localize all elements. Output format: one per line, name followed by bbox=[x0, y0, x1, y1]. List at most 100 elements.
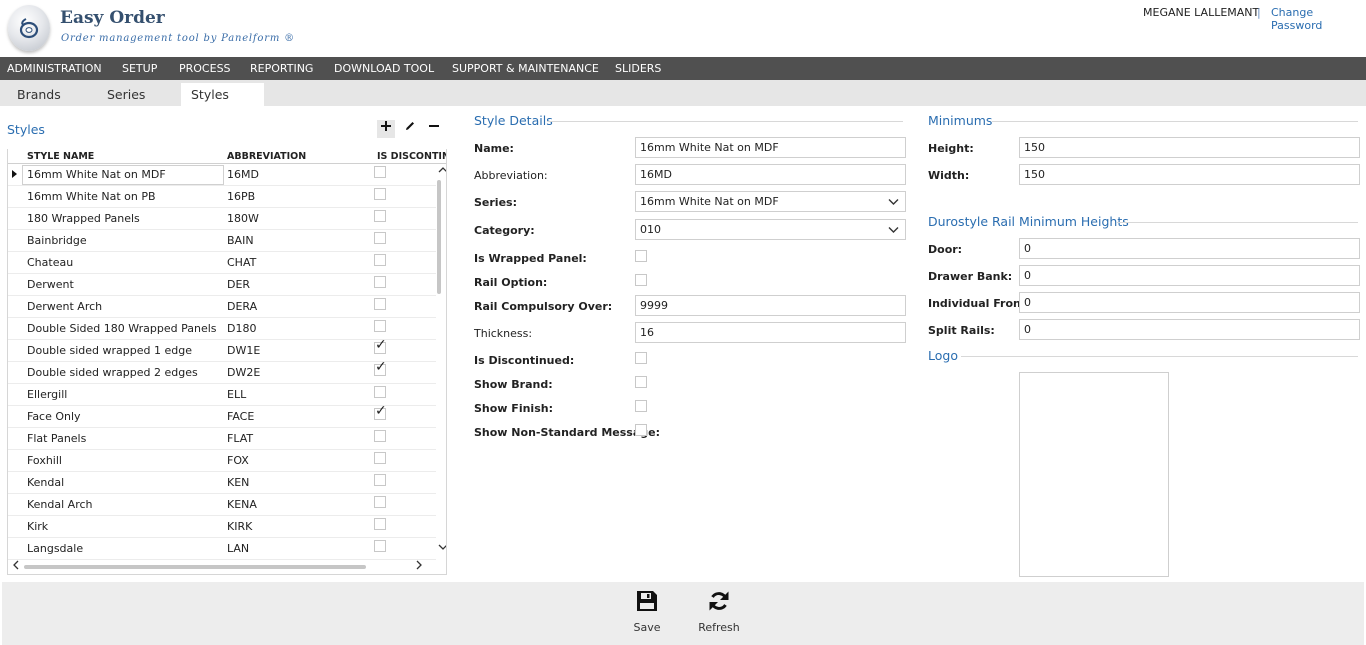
style-name-cell[interactable]: Kendal Arch bbox=[27, 498, 93, 511]
style-name-cell[interactable]: 16mm White Nat on PB bbox=[27, 190, 156, 203]
split-rails-input[interactable]: 0 bbox=[1019, 319, 1360, 340]
style-name-cell[interactable]: Double sided wrapped 1 edge bbox=[27, 344, 192, 357]
edit-style-button[interactable] bbox=[401, 120, 419, 138]
style-name-cell[interactable]: Face Only bbox=[27, 410, 81, 423]
table-row[interactable]: Ellergill ELL bbox=[8, 384, 436, 406]
menu-administration[interactable]: ADMINISTRATION bbox=[7, 57, 102, 80]
scroll-up-icon[interactable] bbox=[438, 165, 446, 176]
menu-sliders[interactable]: SLIDERS bbox=[615, 57, 661, 80]
table-row[interactable]: Chateau CHAT bbox=[8, 252, 436, 274]
abbreviation-cell[interactable]: FACE bbox=[227, 410, 254, 423]
abbreviation-cell[interactable]: 16PB bbox=[227, 190, 255, 203]
logo-image-box[interactable] bbox=[1019, 372, 1169, 577]
abbreviation-cell[interactable]: LAN bbox=[227, 542, 249, 555]
table-row[interactable]: Flat Panels FLAT bbox=[8, 428, 436, 450]
tab-series[interactable]: Series bbox=[90, 83, 170, 106]
discontinued-checkbox[interactable] bbox=[374, 430, 386, 442]
scroll-left-icon[interactable] bbox=[12, 560, 19, 573]
abbreviation-cell[interactable]: DERA bbox=[227, 300, 257, 313]
discontinued-checkbox[interactable] bbox=[374, 518, 386, 530]
abbreviation-cell[interactable]: 16MD bbox=[227, 168, 259, 181]
save-button[interactable]: Save bbox=[617, 590, 677, 634]
style-name-cell[interactable]: Kirk bbox=[27, 520, 48, 533]
scroll-down-icon[interactable] bbox=[438, 543, 446, 554]
discontinued-checkbox[interactable]: ✓ bbox=[374, 360, 387, 376]
abbreviation-cell[interactable]: DER bbox=[227, 278, 250, 291]
style-name-cell[interactable]: 180 Wrapped Panels bbox=[27, 212, 140, 225]
rail-compulsory-input[interactable]: 9999 bbox=[635, 295, 906, 316]
discontinued-checkbox[interactable] bbox=[374, 188, 386, 200]
tab-brands[interactable]: Brands bbox=[0, 83, 80, 106]
individual-front-input[interactable]: 0 bbox=[1019, 292, 1360, 313]
abbreviation-input[interactable]: 16MD bbox=[635, 164, 906, 185]
menu-process[interactable]: PROCESS bbox=[179, 57, 231, 80]
style-name-cell[interactable]: Double sided wrapped 2 edges bbox=[27, 366, 198, 379]
category-select[interactable]: 010 bbox=[635, 219, 906, 240]
table-row[interactable]: Langsdale LAN bbox=[8, 538, 436, 560]
menu-support-maintenance[interactable]: SUPPORT & MAINTENANCE bbox=[452, 57, 599, 80]
discontinued-checkbox[interactable] bbox=[374, 540, 386, 552]
table-row[interactable]: Kendal Arch KENA bbox=[8, 494, 436, 516]
is-discontinued-checkbox[interactable] bbox=[635, 352, 647, 364]
abbreviation-cell[interactable]: CHAT bbox=[227, 256, 256, 269]
refresh-button[interactable]: Refresh bbox=[689, 590, 749, 634]
width-input[interactable]: 150 bbox=[1019, 164, 1360, 185]
abbreviation-cell[interactable]: KENA bbox=[227, 498, 257, 511]
table-row[interactable]: 16mm White Nat on PB 16PB bbox=[8, 186, 436, 208]
change-password-link[interactable]: Change Password bbox=[1271, 6, 1366, 32]
abbreviation-cell[interactable]: ELL bbox=[227, 388, 246, 401]
style-name-cell[interactable]: 16mm White Nat on MDF bbox=[27, 168, 166, 181]
style-name-cell[interactable]: Ellergill bbox=[27, 388, 67, 401]
style-name-cell[interactable]: Bainbridge bbox=[27, 234, 87, 247]
abbreviation-cell[interactable]: D180 bbox=[227, 322, 256, 335]
is-wrapped-panel-checkbox[interactable] bbox=[635, 250, 647, 262]
discontinued-checkbox[interactable] bbox=[374, 232, 386, 244]
style-name-cell[interactable]: Langsdale bbox=[27, 542, 83, 555]
discontinued-checkbox[interactable] bbox=[374, 210, 386, 222]
height-input[interactable]: 150 bbox=[1019, 137, 1360, 158]
show-non-standard-checkbox[interactable] bbox=[635, 424, 647, 436]
table-row[interactable]: Kendal KEN bbox=[8, 472, 436, 494]
horizontal-scroll-thumb[interactable] bbox=[24, 565, 366, 569]
abbreviation-cell[interactable]: FOX bbox=[227, 454, 249, 467]
table-row[interactable]: Derwent DER bbox=[8, 274, 436, 296]
table-row[interactable]: Double Sided 180 Wrapped Panels D180 bbox=[8, 318, 436, 340]
menu-download-tool[interactable]: DOWNLOAD TOOL bbox=[334, 57, 434, 80]
style-name-cell[interactable]: Derwent Arch bbox=[27, 300, 102, 313]
menu-setup[interactable]: SETUP bbox=[122, 57, 157, 80]
column-is-discontinued[interactable]: IS DISCONTINU bbox=[377, 151, 446, 162]
name-input[interactable]: 16mm White Nat on MDF bbox=[635, 137, 906, 158]
abbreviation-cell[interactable]: DW1E bbox=[227, 344, 260, 357]
table-row[interactable]: Face Only FACE ✓ bbox=[8, 404, 436, 428]
thickness-input[interactable]: 16 bbox=[635, 322, 906, 343]
grid-vertical-scrollbar[interactable] bbox=[437, 164, 446, 559]
add-style-button[interactable] bbox=[377, 120, 395, 138]
tab-styles[interactable]: Styles bbox=[181, 83, 264, 106]
menu-reporting[interactable]: REPORTING bbox=[250, 57, 313, 80]
abbreviation-cell[interactable]: KIRK bbox=[227, 520, 252, 533]
discontinued-checkbox[interactable] bbox=[374, 166, 386, 178]
scroll-right-icon[interactable] bbox=[416, 560, 423, 573]
abbreviation-cell[interactable]: KEN bbox=[227, 476, 249, 489]
abbreviation-cell[interactable]: FLAT bbox=[227, 432, 253, 445]
discontinued-checkbox[interactable] bbox=[374, 276, 386, 288]
table-row[interactable]: Kirk KIRK bbox=[8, 516, 436, 538]
discontinued-checkbox[interactable] bbox=[374, 496, 386, 508]
table-row[interactable]: 180 Wrapped Panels 180W bbox=[8, 208, 436, 230]
style-name-cell[interactable]: Chateau bbox=[27, 256, 73, 269]
table-row[interactable]: Foxhill FOX bbox=[8, 450, 436, 472]
series-select[interactable]: 16mm White Nat on MDF bbox=[635, 191, 906, 212]
column-abbreviation[interactable]: ABBREVIATION bbox=[227, 151, 306, 162]
door-input[interactable]: 0 bbox=[1019, 238, 1360, 259]
rail-option-checkbox[interactable] bbox=[635, 274, 647, 286]
grid-horizontal-scrollbar[interactable] bbox=[8, 559, 436, 573]
abbreviation-cell[interactable]: DW2E bbox=[227, 366, 260, 379]
discontinued-checkbox[interactable]: ✓ bbox=[374, 338, 387, 354]
show-finish-checkbox[interactable] bbox=[635, 400, 647, 412]
table-row[interactable]: Derwent Arch DERA bbox=[8, 296, 436, 318]
delete-style-button[interactable] bbox=[425, 120, 443, 138]
style-name-cell[interactable]: Kendal bbox=[27, 476, 64, 489]
vertical-scroll-thumb[interactable] bbox=[437, 180, 441, 294]
discontinued-checkbox[interactable] bbox=[374, 452, 386, 464]
style-name-cell[interactable]: Derwent bbox=[27, 278, 74, 291]
